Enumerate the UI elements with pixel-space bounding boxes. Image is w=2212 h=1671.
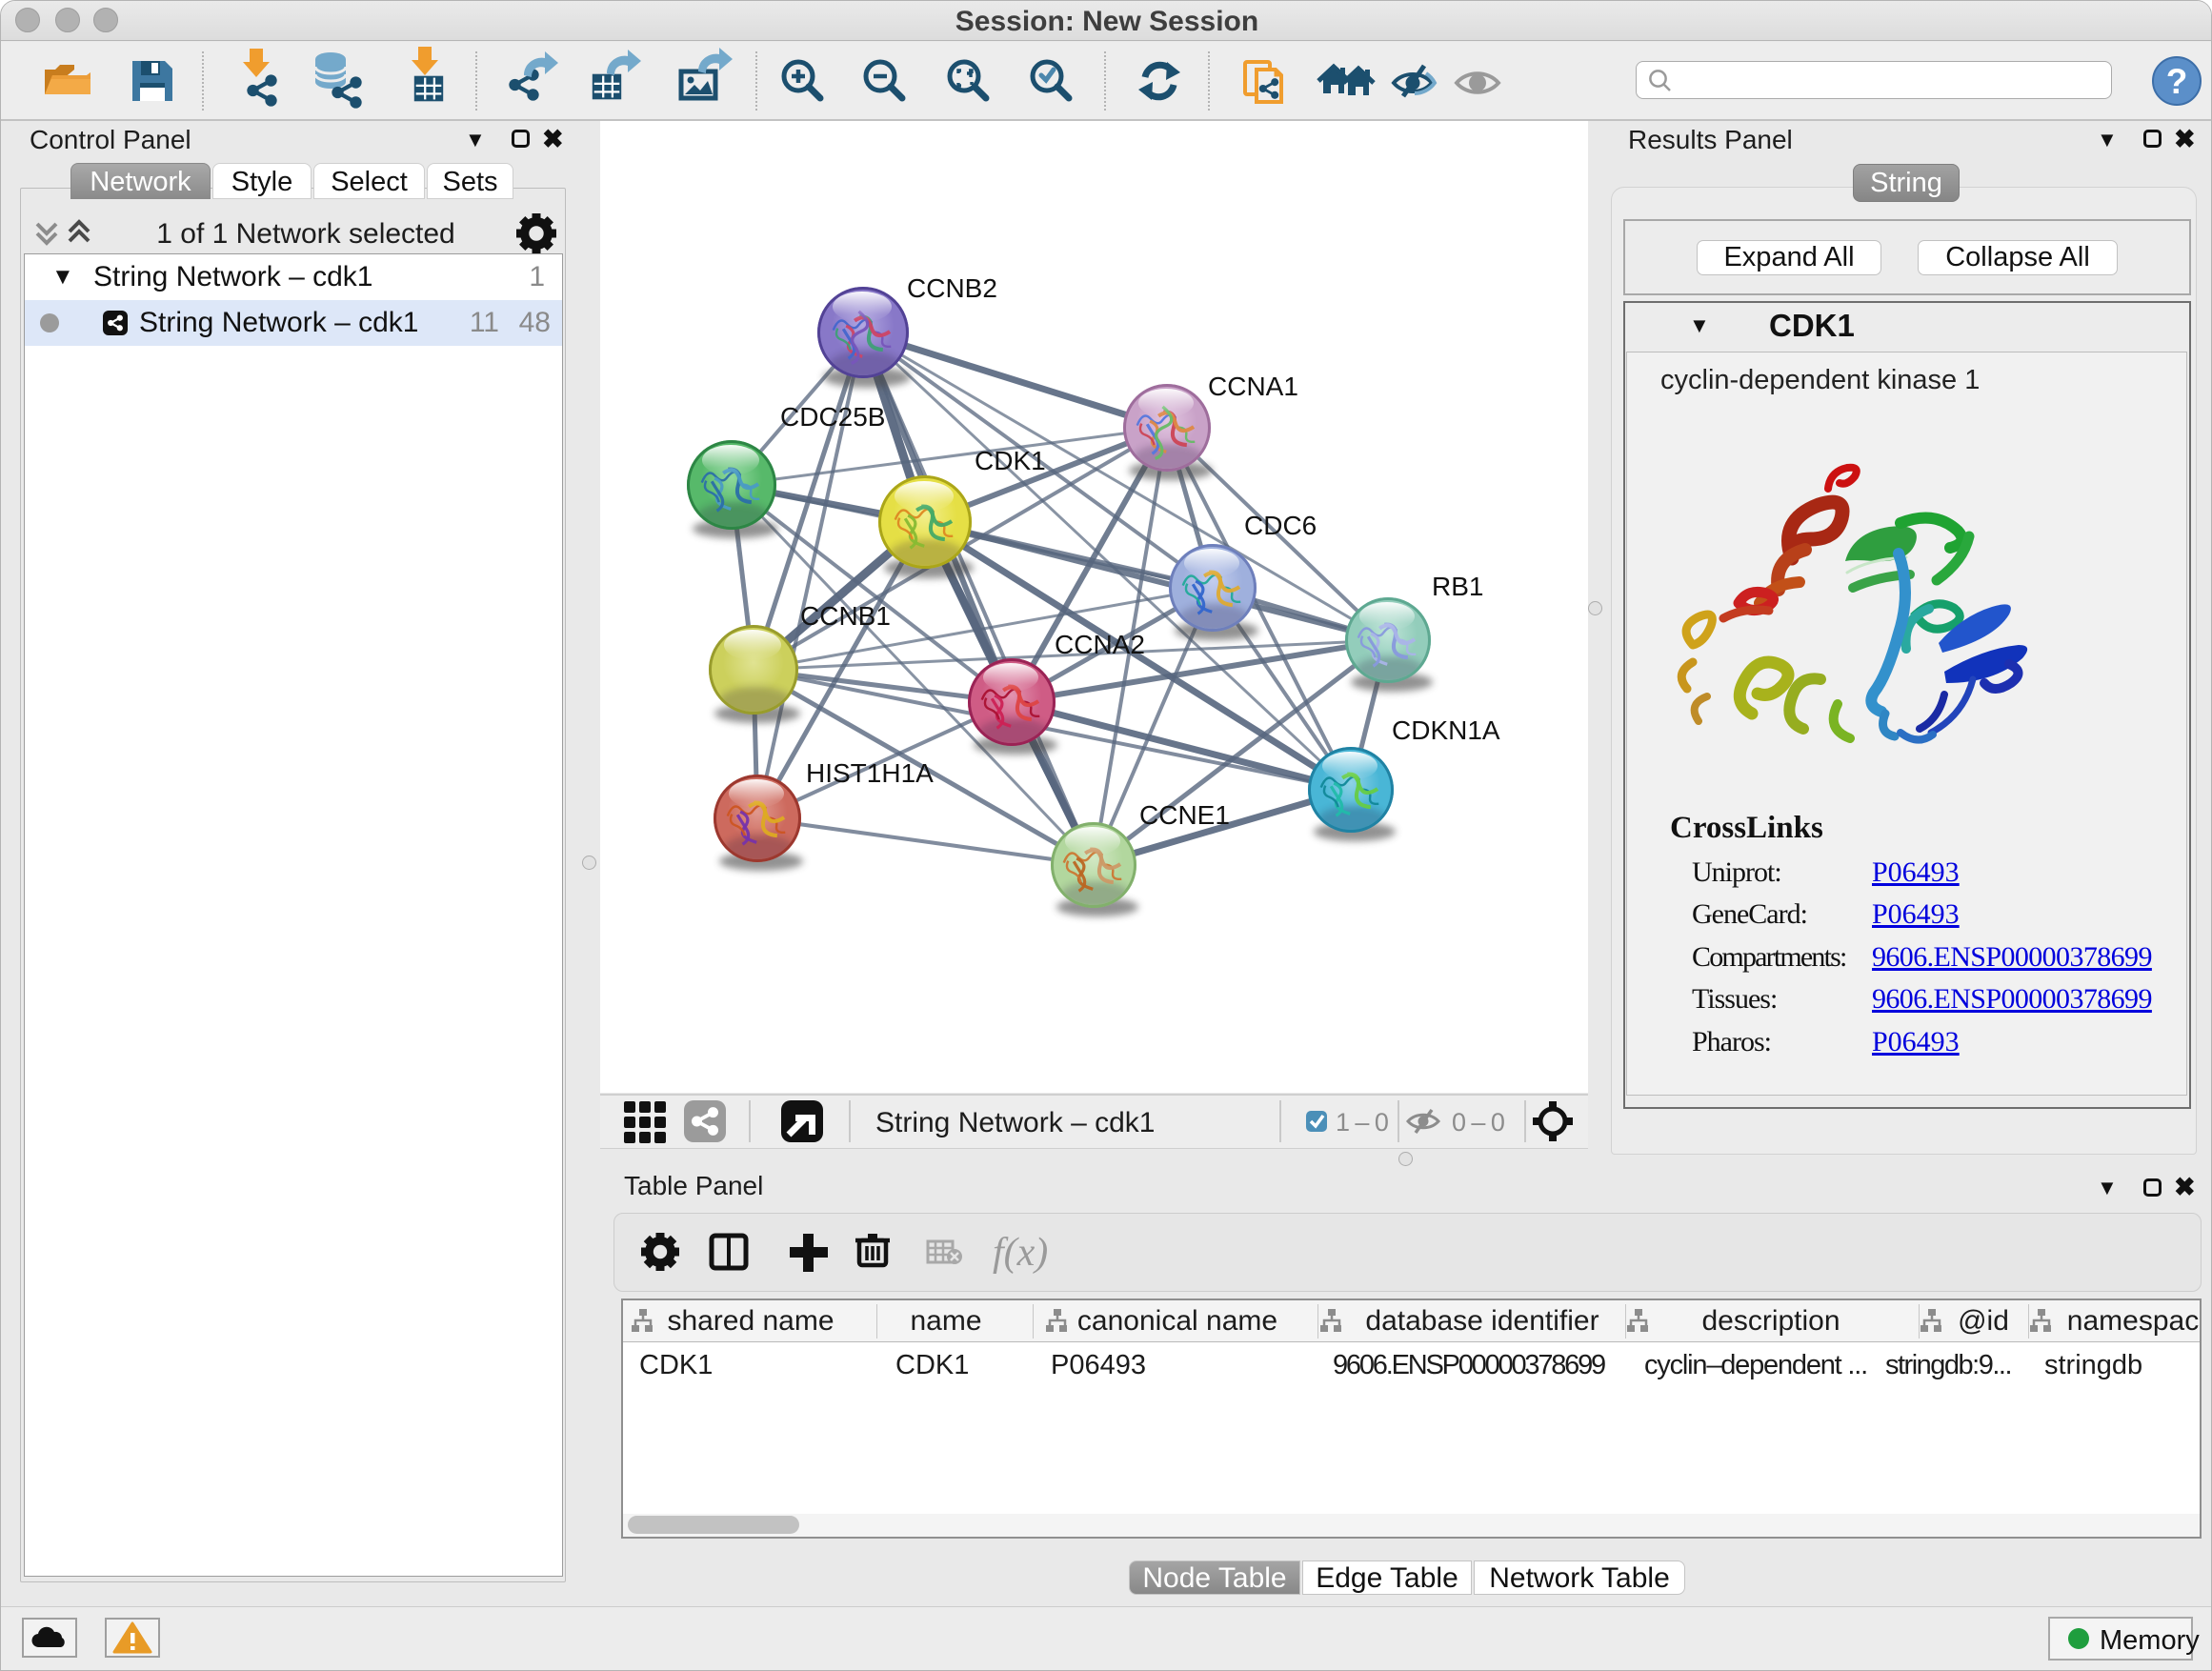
svg-text:0 – 0: 0 – 0: [1452, 1108, 1505, 1137]
svg-text:RB1: RB1: [1432, 572, 1483, 601]
svg-text:String Network – cdk1: String Network – cdk1: [875, 1107, 1155, 1138]
svg-text:@id: @id: [1958, 1305, 2009, 1337]
svg-text:f(x): f(x): [993, 1231, 1048, 1275]
svg-text:name: name: [910, 1305, 981, 1337]
svg-text:CCNB1: CCNB1: [800, 601, 891, 631]
svg-text:database identifier: database identifier: [1365, 1305, 1599, 1337]
svg-text:CCNA1: CCNA1: [1208, 372, 1298, 401]
svg-text:CDC25B: CDC25B: [780, 402, 885, 432]
svg-text:CDKN1A: CDKN1A: [1392, 715, 1500, 745]
svg-text:CDK1: CDK1: [975, 446, 1046, 475]
svg-text:namespac: namespac: [2067, 1305, 2199, 1337]
svg-text:1 – 0: 1 – 0: [1336, 1108, 1389, 1137]
svg-text:CCNA2: CCNA2: [1055, 630, 1145, 659]
svg-text:CCNE1: CCNE1: [1139, 800, 1230, 830]
svg-text:shared name: shared name: [667, 1305, 834, 1337]
svg-text:CCNB2: CCNB2: [907, 273, 997, 303]
svg-text:HIST1H1A: HIST1H1A: [806, 758, 934, 788]
svg-text:?: ?: [2166, 62, 2188, 101]
svg-text:description: description: [1701, 1305, 1840, 1337]
svg-text:canonical name: canonical name: [1077, 1305, 1277, 1337]
svg-text:CDC6: CDC6: [1244, 511, 1317, 540]
